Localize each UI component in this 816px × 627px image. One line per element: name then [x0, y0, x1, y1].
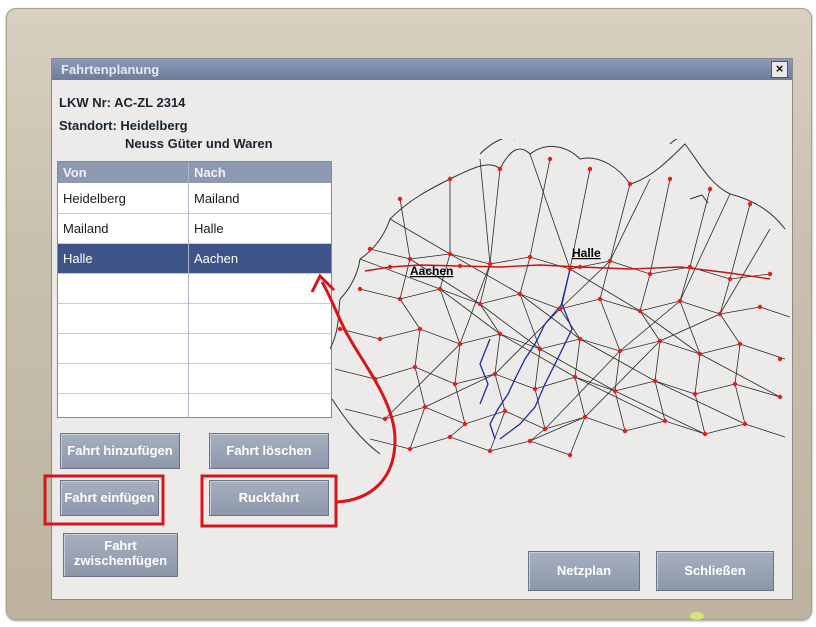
annotation-overlay	[43, 273, 397, 528]
highlight-insert-box	[43, 474, 165, 526]
highlight-return-box	[200, 474, 338, 528]
return-arrow-curve	[320, 281, 397, 504]
red-annotations	[43, 273, 397, 528]
